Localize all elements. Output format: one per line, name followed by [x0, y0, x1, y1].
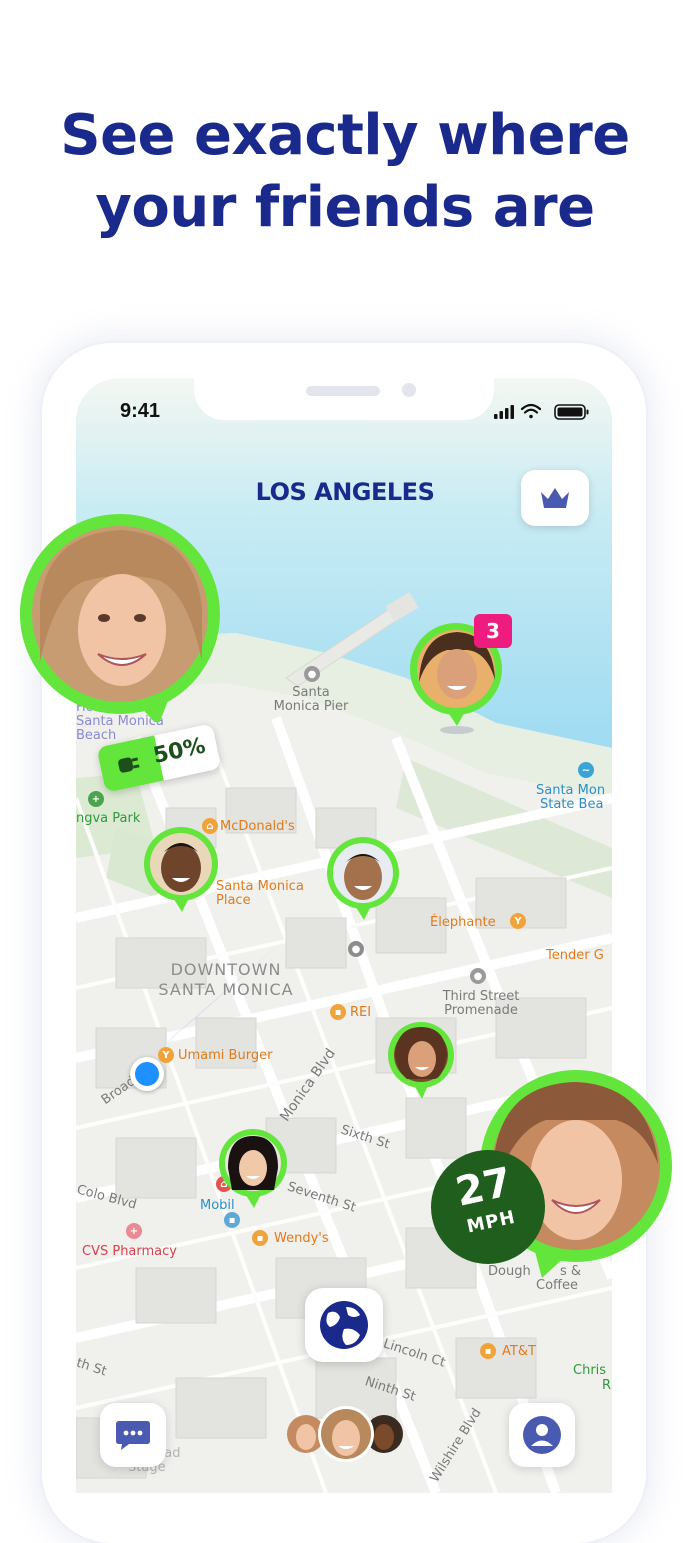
globe-icon — [320, 1301, 368, 1349]
park-poi-icon[interactable]: + — [88, 791, 104, 807]
att-poi-icon[interactable]: ▪ — [480, 1343, 496, 1359]
label-downtown-2: SANTA MONICA — [158, 980, 294, 999]
label-cvs: CVS Pharmacy — [82, 1244, 177, 1259]
wifi-icon — [520, 403, 542, 419]
headline-line-2: your friends are — [95, 175, 595, 240]
label-third-street-1: Third Street — [442, 989, 520, 1004]
label-downtown-1: DOWNTOWN — [170, 960, 282, 979]
label-umami: Umami Burger — [178, 1048, 273, 1063]
rei-poi-icon[interactable]: ▪ — [330, 1004, 346, 1020]
phone-camera — [402, 383, 416, 397]
battery-percent: 50% — [150, 733, 208, 769]
label-state-beach-1: Santa Mon — [536, 783, 606, 798]
promenade-poi-icon[interactable]: ● — [470, 968, 486, 984]
profile-button[interactable] — [509, 1403, 575, 1467]
world-view-button[interactable] — [305, 1288, 383, 1362]
friends-list-button[interactable] — [286, 1404, 406, 1464]
fuel-poi-icon[interactable]: ▪ — [224, 1212, 240, 1228]
phone-notch — [194, 378, 494, 420]
chat-icon — [116, 1421, 150, 1450]
beach-poi-icon[interactable]: ~ — [578, 762, 594, 778]
label-third-street-2: Promenade — [444, 1003, 518, 1018]
friends-avatars — [287, 1406, 403, 1462]
label-att: AT&T — [502, 1344, 536, 1359]
friend-pin-mcdonalds[interactable] — [142, 826, 220, 916]
label-place-1: Santa Monica — [216, 879, 304, 894]
label-pier-2: Monica Pier — [273, 699, 349, 714]
label-park: ngva Park — [76, 811, 141, 826]
headline: See exactly where your friends are — [0, 100, 690, 244]
notification-badge: 3 — [474, 614, 512, 648]
status-icons — [494, 403, 589, 420]
headline-line-1: See exactly where — [60, 103, 630, 168]
label-elephante: Élephante — [430, 915, 496, 930]
crown-icon — [541, 488, 569, 508]
wendys-poi-icon[interactable]: ▪ — [252, 1230, 268, 1246]
friend-pin-place[interactable] — [326, 836, 400, 924]
my-location-marker[interactable] — [130, 1057, 164, 1091]
location-dot — [135, 1062, 159, 1086]
label-chris-r: R — [602, 1378, 612, 1393]
label-chris: Chris — [573, 1363, 607, 1378]
umami-poi-icon[interactable]: Y — [158, 1047, 174, 1063]
label-beach: Beach — [76, 728, 117, 743]
profile-icon — [523, 1416, 561, 1454]
status-time: 9:41 — [120, 400, 161, 422]
city-title: LOS ANGELES — [255, 478, 435, 506]
pin-shape — [219, 1129, 287, 1208]
restaurant-poi-icon[interactable]: Y — [510, 913, 526, 929]
label-rei: REI — [350, 1005, 372, 1020]
pin-shape — [327, 837, 399, 920]
label-coffee: Coffee — [536, 1278, 578, 1293]
chat-button[interactable] — [100, 1403, 166, 1467]
friend-pin-large-top[interactable] — [18, 512, 222, 726]
pier-poi-icon[interactable]: ● — [304, 666, 320, 682]
label-state-beach-2: State Bea — [540, 797, 604, 812]
pin-shape — [144, 827, 218, 912]
label-tender: Tender G — [546, 948, 604, 963]
pin-shape — [388, 1022, 454, 1099]
phone-speaker — [306, 386, 380, 396]
signal-icon — [494, 405, 514, 419]
pin-shape — [19, 514, 220, 726]
friend-pin-mobil[interactable] — [218, 1128, 288, 1212]
friend-pin-promenade[interactable] — [387, 1021, 455, 1103]
label-pier-1: Santa — [292, 685, 330, 700]
premium-button[interactable] — [521, 470, 589, 526]
pharmacy-poi-icon[interactable]: + — [126, 1223, 142, 1239]
label-mcdonalds: McDonald's — [220, 819, 295, 834]
label-wendys: Wendy's — [274, 1231, 329, 1246]
label-place-2: Place — [216, 893, 251, 908]
apple-store-poi-icon[interactable]: ● — [348, 941, 364, 957]
battery-icon — [554, 404, 589, 420]
